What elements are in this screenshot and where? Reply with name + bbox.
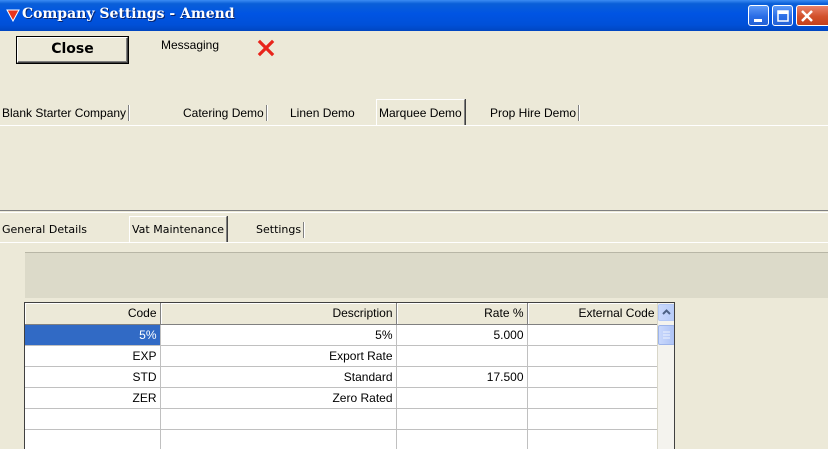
tab-marquee-demo[interactable]: Marquee Demo	[376, 99, 465, 125]
table-row[interactable]	[25, 408, 659, 430]
window-title: Company Settings - Amend	[22, 6, 235, 22]
chevron-up-icon	[662, 309, 671, 315]
minimize-button[interactable]	[748, 5, 769, 26]
cell-external-code[interactable]	[527, 429, 659, 449]
scroll-thumb[interactable]	[658, 325, 674, 345]
title-bar[interactable]: Company Settings - Amend	[0, 0, 828, 31]
cell-description[interactable]: Export Rate	[160, 345, 397, 367]
cell-rate[interactable]: 17.500	[396, 366, 528, 388]
tab-linen-demo[interactable]: Linen Demo	[288, 101, 357, 125]
toolbar: Close Messaging	[0, 31, 828, 101]
messaging-label[interactable]: Messaging	[161, 38, 219, 52]
vat-table: Code Description Rate % External Code 5%…	[25, 303, 659, 449]
cell-rate[interactable]	[396, 429, 528, 449]
cell-description[interactable]: Zero Rated	[160, 387, 397, 409]
cell-rate[interactable]	[396, 345, 528, 367]
table-row[interactable]: STD Standard 17.500	[25, 366, 659, 388]
maximize-icon	[777, 10, 789, 22]
detail-tabs: General Details Vat Maintenance Settings	[0, 216, 828, 242]
cell-code[interactable]: STD	[25, 366, 161, 388]
header-row: Code Description Rate % External Code	[25, 303, 659, 325]
column-header-description[interactable]: Description	[160, 303, 397, 325]
table-row[interactable]: 5% 5% 5.000	[25, 324, 659, 346]
delete-x-icon[interactable]	[252, 35, 280, 62]
cell-external-code[interactable]	[527, 345, 659, 367]
maximize-button[interactable]	[772, 5, 793, 26]
table-row[interactable]	[25, 429, 659, 449]
tab-catering-demo[interactable]: Catering Demo	[181, 101, 267, 125]
table-row[interactable]: ZER Zero Rated	[25, 387, 659, 409]
panel-divider	[0, 210, 828, 213]
cell-external-code[interactable]	[527, 408, 659, 430]
column-header-rate[interactable]: Rate %	[396, 303, 528, 325]
app-logo-icon	[6, 9, 20, 22]
close-button[interactable]: Close	[17, 37, 128, 63]
tab-settings[interactable]: Settings	[254, 218, 305, 242]
cell-code[interactable]: EXP	[25, 345, 161, 367]
cell-rate[interactable]	[396, 408, 528, 430]
tab-general-details[interactable]: General Details	[0, 218, 89, 242]
close-icon	[801, 10, 813, 22]
cell-rate[interactable]	[396, 387, 528, 409]
scroll-up-button[interactable]	[658, 304, 674, 321]
cell-description[interactable]: Standard	[160, 366, 397, 388]
vertical-scrollbar[interactable]	[657, 303, 674, 449]
company-panel	[0, 126, 828, 211]
cell-description[interactable]	[160, 429, 397, 449]
grid-header-strip	[25, 252, 828, 298]
cell-code[interactable]: ZER	[25, 387, 161, 409]
grip-icon	[663, 331, 670, 339]
cell-code[interactable]	[25, 408, 161, 430]
cell-external-code[interactable]	[527, 366, 659, 388]
tab-blank-starter-company[interactable]: Blank Starter Company	[0, 101, 130, 125]
column-header-external-code[interactable]: External Code	[527, 303, 659, 325]
tab-prop-hire-demo[interactable]: Prop Hire Demo	[488, 101, 580, 125]
cell-code[interactable]	[25, 429, 161, 449]
cell-external-code[interactable]	[527, 324, 659, 346]
minimize-icon	[754, 19, 762, 22]
cell-description[interactable]	[160, 408, 397, 430]
cell-external-code[interactable]	[527, 387, 659, 409]
column-header-code[interactable]: Code	[25, 303, 161, 325]
cell-description[interactable]: 5%	[160, 324, 397, 346]
cell-rate[interactable]: 5.000	[396, 324, 528, 346]
vat-grid[interactable]: Code Description Rate % External Code 5%…	[24, 302, 675, 449]
close-window-button[interactable]	[796, 5, 828, 26]
tab-vat-maintenance[interactable]: Vat Maintenance	[129, 216, 228, 242]
table-row[interactable]: EXP Export Rate	[25, 345, 659, 367]
company-tabs: Blank Starter Company Catering Demo Line…	[0, 99, 828, 125]
cell-code[interactable]: 5%	[25, 324, 161, 346]
